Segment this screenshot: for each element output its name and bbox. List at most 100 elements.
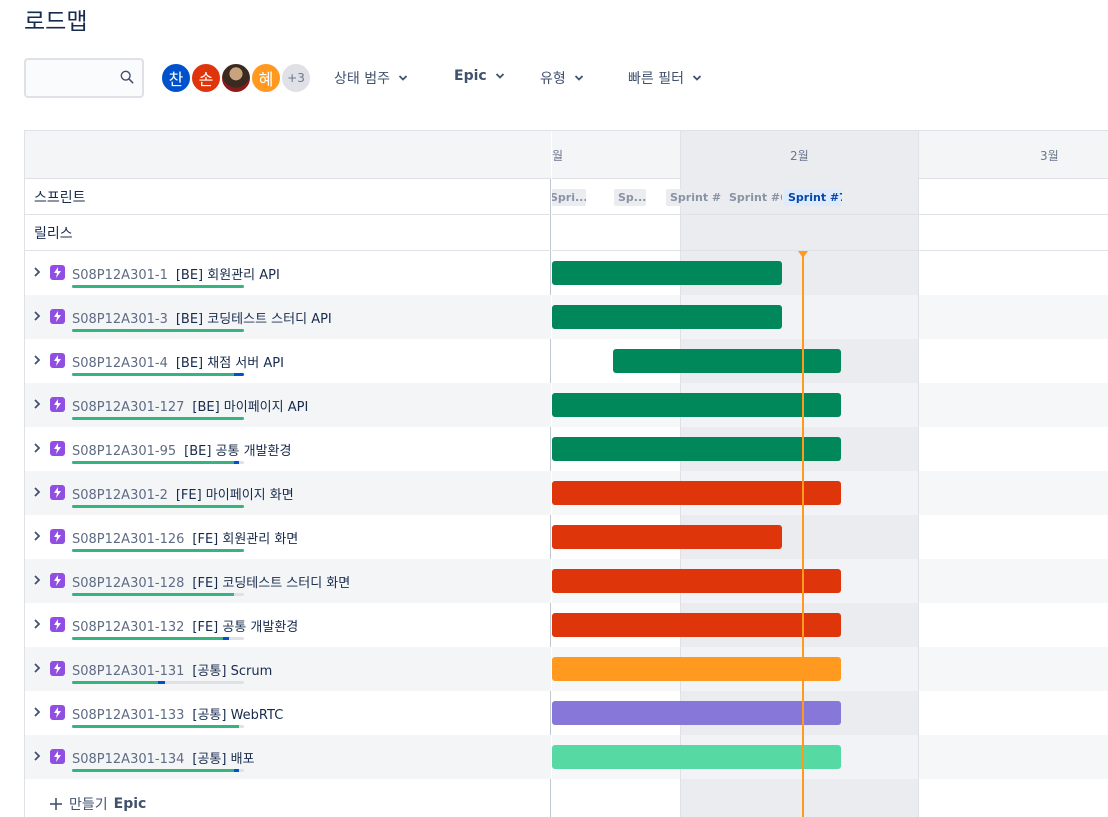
epic-key: S08P12A301-134 [72,752,185,767]
sprint-chip[interactable]: Sprint #6 [725,189,782,206]
epic-name: [BE] 회원관리 API [175,268,280,283]
epic-row[interactable]: S08P12A301-128 [FE] 코딩테스트 스터디 화면 [25,559,551,603]
epic-progress-bar [72,593,244,596]
chevron-right-icon[interactable] [33,531,41,541]
toolbar: 찬 손 혜 +3 상태 범주 Epic 유형 빠른 필터 [24,58,1084,98]
epic-name: [BE] 마이페이지 API [192,400,309,415]
epic-row[interactable]: S08P12A301-95 [BE] 공통 개발환경 [25,427,551,471]
avatar[interactable]: 손 [190,62,222,94]
epic-row[interactable]: S08P12A301-131 [공통] Scrum [25,647,551,691]
chevron-right-icon[interactable] [33,663,41,673]
epic-progress-bar [72,285,244,288]
epic-key: S08P12A301-127 [72,400,185,415]
sprint-chip[interactable]: Spri... [552,189,586,206]
filter-dropdown[interactable]: 유형 [540,68,584,88]
epic-timeline-bar[interactable] [552,393,841,417]
filter-dropdown[interactable]: Epic [454,68,505,84]
epic-progress-bar [72,549,244,552]
epic-progress-bar [72,373,244,376]
create-prefix: 만들기 [69,797,108,813]
epic-row[interactable]: S08P12A301-4 [BE] 채점 서버 API [25,339,551,383]
chevron-right-icon[interactable] [33,311,41,321]
epic-row[interactable]: S08P12A301-134 [공통] 배포 [25,735,551,779]
epic-icon [50,309,65,324]
epic-icon [50,397,65,412]
epic-timeline-bar[interactable] [552,481,841,505]
chevron-right-icon[interactable] [33,267,41,277]
epic-title[interactable]: S08P12A301-133 [공통] WebRTC [72,704,283,723]
filter-label: 상태 범주 [334,71,390,87]
epic-timeline-bar[interactable] [552,525,782,549]
epic-key: S08P12A301-95 [72,444,177,459]
plus-icon [50,798,62,810]
epic-timeline-bar[interactable] [552,701,841,725]
epic-title[interactable]: S08P12A301-127 [BE] 마이페이지 API [72,396,308,415]
release-row [552,215,1108,251]
epic-timeline-bar[interactable] [552,613,841,637]
epic-name: [공통] WebRTC [192,708,284,723]
epic-name: [FE] 코딩테스트 스터디 화면 [192,576,351,591]
epic-progress-bar [72,329,244,332]
epic-row[interactable]: S08P12A301-133 [공통] WebRTC [25,691,551,735]
epic-timeline-bar[interactable] [552,569,841,593]
chevron-right-icon[interactable] [33,707,41,717]
epic-row[interactable]: S08P12A301-3 [BE] 코딩테스트 스터디 API [25,295,551,339]
sprint-chip[interactable]: Sprint #7 [784,189,842,206]
epic-key: S08P12A301-4 [72,356,168,371]
filter-dropdown[interactable]: 상태 범주 [334,68,408,88]
create-epic-button[interactable]: 만들기 Epic [49,794,146,814]
epic-key: S08P12A301-133 [72,708,185,723]
avatar[interactable] [220,62,252,94]
epic-row[interactable]: S08P12A301-132 [FE] 공통 개발환경 [25,603,551,647]
epic-timeline-bar[interactable] [552,437,841,461]
avatar[interactable]: 혜 [250,62,282,94]
epic-title[interactable]: S08P12A301-128 [FE] 코딩테스트 스터디 화면 [72,572,350,591]
epic-timeline-bar[interactable] [552,305,782,329]
epic-title[interactable]: S08P12A301-134 [공통] 배포 [72,748,255,767]
epic-title[interactable]: S08P12A301-4 [BE] 채점 서버 API [72,352,284,371]
chevron-right-icon[interactable] [33,619,41,629]
epic-title[interactable]: S08P12A301-3 [BE] 코딩테스트 스터디 API [72,308,332,327]
epic-title[interactable]: S08P12A301-95 [BE] 공통 개발환경 [72,440,291,459]
epic-title[interactable]: S08P12A301-132 [FE] 공통 개발환경 [72,616,298,635]
epic-name: [BE] 채점 서버 API [175,356,284,371]
month-label: 2월 [790,149,809,163]
chevron-right-icon[interactable] [33,355,41,365]
epic-timeline-bar[interactable] [552,657,841,681]
chevron-right-icon[interactable] [33,751,41,761]
epic-icon [50,705,65,720]
epic-row[interactable]: S08P12A301-126 [FE] 회원관리 화면 [25,515,551,559]
month-label: 3월 [1040,149,1059,163]
epic-progress-bar [72,681,244,684]
chevron-right-icon[interactable] [33,399,41,409]
epic-key: S08P12A301-126 [72,532,185,547]
filter-dropdown[interactable]: 빠른 필터 [628,68,702,88]
epic-timeline-bar[interactable] [552,261,782,285]
sprint-chip[interactable]: Sprint #5 [666,189,722,206]
month-label: 월 [552,149,564,163]
epic-row[interactable]: S08P12A301-2 [FE] 마이페이지 화면 [25,471,551,515]
epic-title[interactable]: S08P12A301-1 [BE] 회원관리 API [72,264,280,283]
epic-name: [FE] 회원관리 화면 [192,532,299,547]
epic-icon [50,617,65,632]
epic-title[interactable]: S08P12A301-131 [공통] Scrum [72,660,272,679]
chevron-right-icon[interactable] [33,443,41,453]
epic-row[interactable]: S08P12A301-127 [BE] 마이페이지 API [25,383,551,427]
avatar[interactable]: 찬 [160,62,192,94]
epic-name: [FE] 공통 개발환경 [192,620,299,635]
epic-icon [50,441,65,456]
epic-timeline-bar[interactable] [613,349,841,373]
search-input[interactable] [24,58,144,98]
chevron-right-icon[interactable] [33,575,41,585]
epic-progress-bar [72,417,244,420]
epic-progress-bar [72,505,244,508]
epic-row[interactable]: S08P12A301-1 [BE] 회원관리 API [25,251,551,295]
sprint-chip[interactable]: Sp... [614,189,646,206]
create-label: Epic [113,796,147,812]
today-marker [802,251,804,817]
avatar-more-button[interactable]: +3 [280,62,312,94]
epic-title[interactable]: S08P12A301-2 [FE] 마이페이지 화면 [72,484,294,503]
chevron-right-icon[interactable] [33,487,41,497]
epic-timeline-bar[interactable] [552,745,841,769]
epic-title[interactable]: S08P12A301-126 [FE] 회원관리 화면 [72,528,298,547]
